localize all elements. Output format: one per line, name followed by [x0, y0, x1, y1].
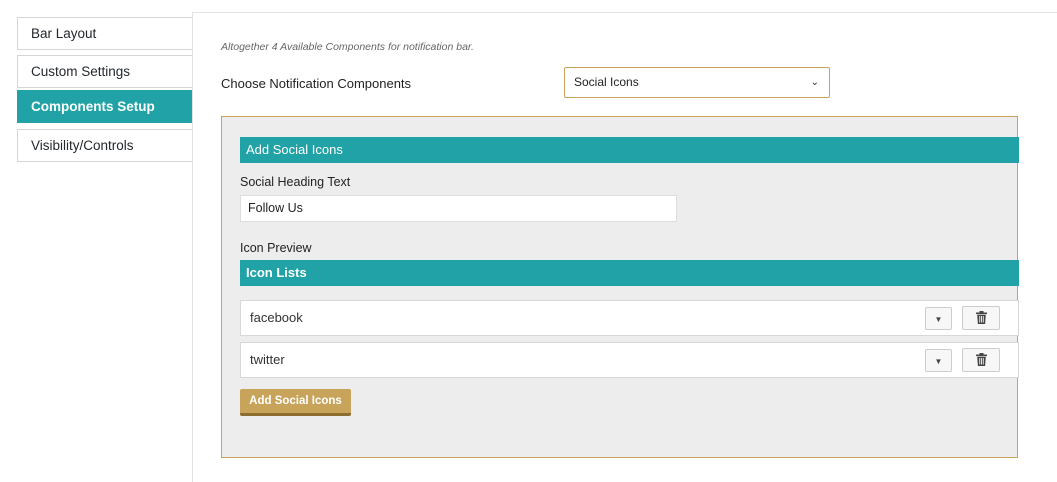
social-heading-label: Social Heading Text: [240, 175, 351, 189]
choose-components-label: Choose Notification Components: [221, 76, 412, 91]
trash-icon: [976, 353, 987, 366]
icon-list-row: twitter ▼: [240, 342, 1019, 378]
tab-bar-layout[interactable]: Bar Layout: [17, 17, 193, 50]
delete-button[interactable]: [962, 306, 1000, 330]
tab-custom-settings[interactable]: Custom Settings: [17, 55, 193, 88]
trash-icon: [976, 311, 987, 324]
components-select[interactable]: Social Icons ⌄: [564, 67, 830, 98]
components-select-value: Social Icons: [574, 75, 639, 89]
social-icons-panel: Add Social Icons Social Heading Text Fol…: [221, 116, 1019, 458]
icon-row-name: twitter: [250, 352, 285, 367]
add-social-icons-header: Add Social Icons: [240, 137, 1019, 163]
main-content: Altogether 4 Available Components for no…: [192, 12, 1057, 482]
icon-preview-label: Icon Preview: [240, 241, 312, 255]
social-heading-input[interactable]: Follow Us: [240, 195, 677, 222]
icon-lists-header: Icon Lists: [240, 260, 1019, 286]
components-note: Altogether 4 Available Components for no…: [221, 41, 474, 53]
delete-button[interactable]: [962, 348, 1000, 372]
expand-dropdown-button[interactable]: ▼: [925, 349, 952, 372]
chevron-down-icon: ⌄: [810, 77, 819, 88]
tab-visibility-controls[interactable]: Visibility/Controls: [17, 129, 193, 162]
tab-components-setup[interactable]: Components Setup: [17, 90, 193, 123]
icon-row-name: facebook: [250, 310, 303, 325]
sidebar: Bar Layout Custom Settings Components Se…: [0, 0, 193, 482]
expand-dropdown-button[interactable]: ▼: [925, 307, 952, 330]
add-social-icons-button[interactable]: Add Social Icons: [240, 389, 351, 416]
icon-list-row: facebook ▼: [240, 300, 1019, 336]
